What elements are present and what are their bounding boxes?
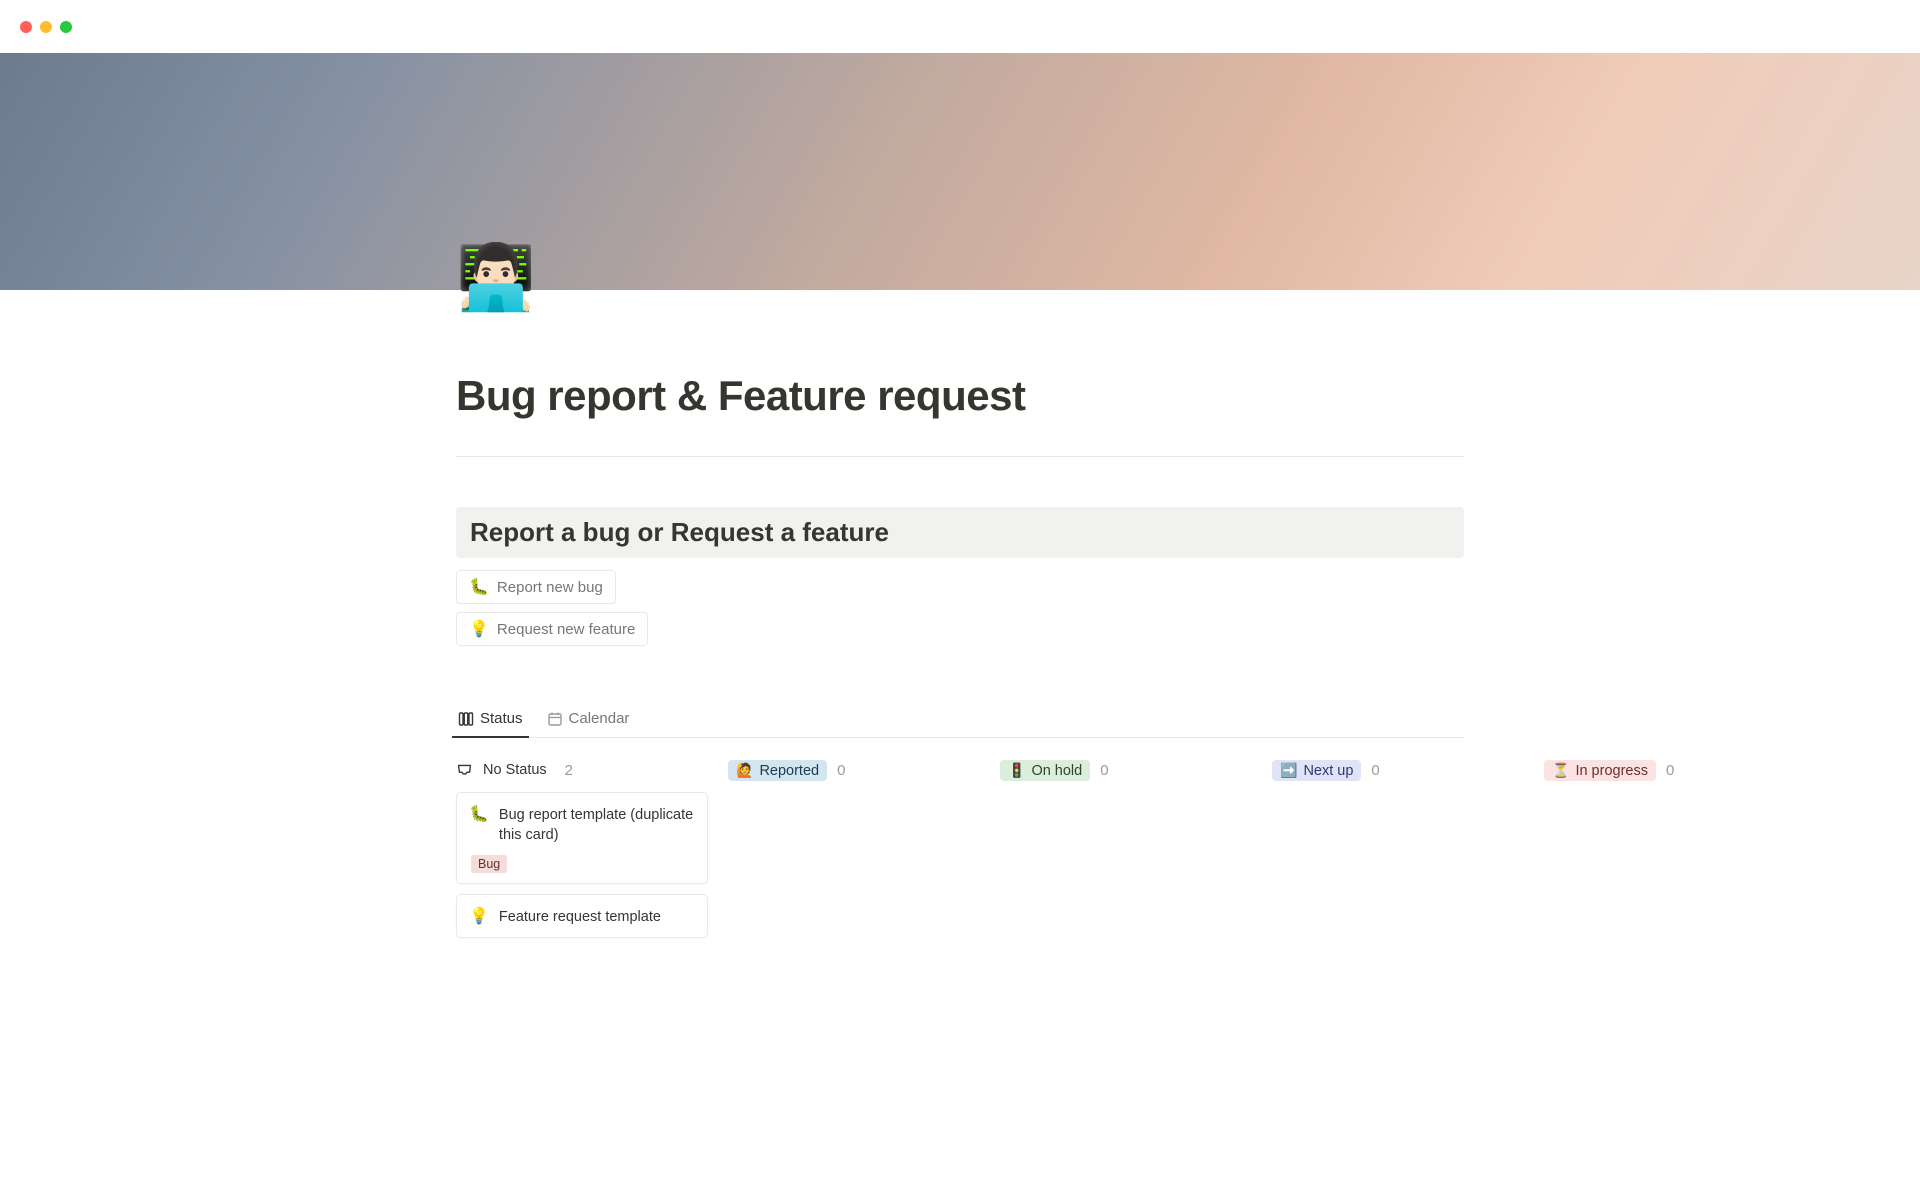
report-new-bug-label: Report new bug [497,579,603,596]
database-views-tabs: Status Calendar [456,702,1464,738]
divider [456,456,1464,457]
window-titlebar [0,0,1920,53]
bug-icon: 🐛 [469,805,489,825]
column-in-progress: ⏳ In progress 0 [1544,760,1796,793]
request-new-feature-button[interactable]: 💡 Request new feature [456,612,648,646]
section-heading: Report a bug or Request a feature [470,517,1450,548]
column-label-no-status: No Status [483,760,555,780]
page-icon[interactable]: 👨🏻‍💻 [456,245,536,309]
board-icon [458,711,474,727]
traffic-light-icon: 🚦 [1008,762,1025,779]
report-new-bug-button[interactable]: 🐛 Report new bug [456,570,616,604]
column-next-up: ➡️ Next up 0 [1272,760,1524,793]
view-tab-calendar-label: Calendar [569,710,630,727]
view-tab-status[interactable]: Status [456,702,525,737]
kanban-board: No Status 2 🐛 Bug report template (dupli… [456,760,1464,948]
minimize-window-button[interactable] [40,21,52,33]
column-label-next-up: Next up [1303,763,1353,779]
column-label-reported: Reported [759,763,819,779]
close-window-button[interactable] [20,21,32,33]
column-count-next-up: 0 [1371,762,1379,779]
arrow-right-icon: ➡️ [1280,762,1297,779]
column-count-no-status: 2 [565,762,573,779]
card-title: Bug report template (duplicate this card… [499,805,695,845]
column-label-on-hold: On hold [1031,763,1082,779]
column-header-reported[interactable]: 🙋 Reported 0 [728,760,980,781]
page-cover[interactable] [0,53,1920,290]
raise-hand-icon: 🙋 [736,762,753,779]
column-count-reported: 0 [837,762,845,779]
view-tab-status-label: Status [480,710,523,727]
view-tab-calendar[interactable]: Calendar [545,702,632,737]
hourglass-icon: ⏳ [1552,762,1569,779]
section-heading-block: Report a bug or Request a feature [456,507,1464,558]
card-title: Feature request template [499,907,661,927]
column-no-status: No Status 2 🐛 Bug report template (dupli… [456,760,708,948]
column-header-next-up[interactable]: ➡️ Next up 0 [1272,760,1524,781]
bug-icon: 🐛 [469,577,489,597]
column-header-on-hold[interactable]: 🚦 On hold 0 [1000,760,1252,781]
maximize-window-button[interactable] [60,21,72,33]
inbox-icon [456,762,473,779]
column-on-hold: 🚦 On hold 0 [1000,760,1252,793]
request-new-feature-label: Request new feature [497,621,635,638]
column-header-no-status[interactable]: No Status 2 [456,760,708,780]
column-label-in-progress: In progress [1575,763,1648,779]
calendar-icon [547,711,563,727]
column-reported: 🙋 Reported 0 [728,760,980,793]
card-feature-request-template[interactable]: 💡 Feature request template [456,894,708,938]
column-count-on-hold: 0 [1100,762,1108,779]
lightbulb-icon: 💡 [469,907,489,927]
lightbulb-icon: 💡 [469,619,489,639]
card-tag-bug: Bug [471,855,507,873]
column-count-in-progress: 0 [1666,762,1674,779]
column-header-in-progress[interactable]: ⏳ In progress 0 [1544,760,1796,781]
page-title[interactable]: Bug report & Feature request [456,290,1464,428]
card-bug-report-template[interactable]: 🐛 Bug report template (duplicate this ca… [456,792,708,884]
traffic-lights [20,21,72,33]
